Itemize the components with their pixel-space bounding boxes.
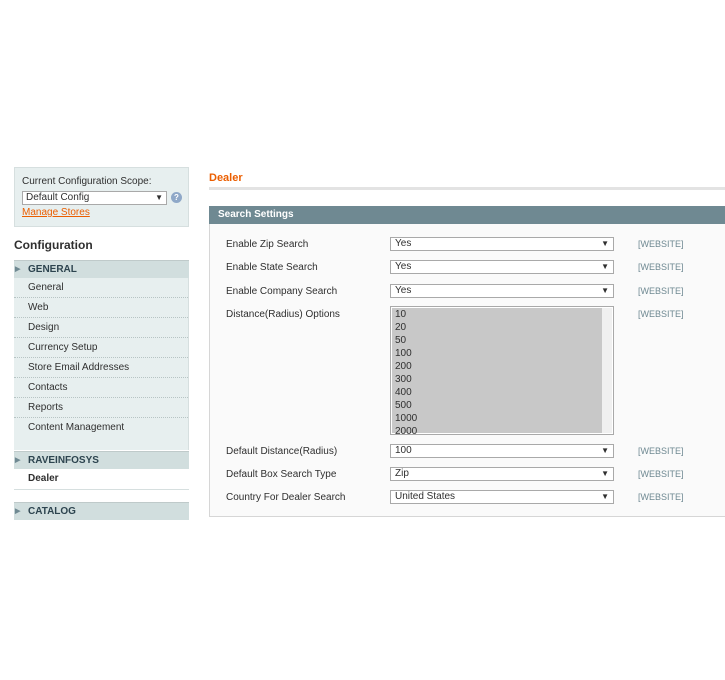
section-catalog[interactable]: ▶ CATALOG	[14, 502, 189, 520]
radius-option[interactable]: 400	[395, 388, 412, 398]
enable-zip-search-label: Enable Zip Search	[226, 239, 309, 250]
radius-option[interactable]: 10	[395, 310, 406, 320]
main-title: Dealer	[209, 172, 243, 184]
sidebar-item-currency-setup[interactable]: Currency Setup	[14, 338, 188, 358]
select-value: United States	[395, 491, 456, 502]
radius-options-list: 10 20 50 100 200 300 400 500 1000 2000	[392, 308, 602, 437]
page-title: Configuration	[14, 238, 93, 252]
select-value: Yes	[395, 238, 412, 249]
general-nav-list: General Web Design Currency Setup Store …	[14, 278, 189, 450]
sidebar-item-store-email-addresses[interactable]: Store Email Addresses	[14, 358, 188, 378]
scope-tag: [WEBSITE]	[638, 262, 684, 272]
radius-option[interactable]: 50	[395, 336, 406, 346]
scope-label: Current Configuration Scope:	[22, 176, 152, 187]
scope-tag: [WEBSITE]	[638, 239, 684, 249]
expand-icon: ▶	[15, 508, 21, 515]
sidebar-item-reports[interactable]: Reports	[14, 398, 188, 418]
default-box-search-type-label: Default Box Search Type	[226, 469, 337, 480]
scope-select[interactable]: Default Config ▼	[22, 191, 167, 205]
sidebar-item-web[interactable]: Web	[14, 298, 188, 318]
radius-option[interactable]: 200	[395, 362, 412, 372]
section-raveinfosys[interactable]: ▶ RAVEINFOSYS	[14, 451, 189, 469]
select-value: Zip	[395, 468, 409, 479]
sidebar-item-content-management[interactable]: Content Management	[14, 418, 188, 438]
select-value: Yes	[395, 261, 412, 272]
chevron-down-icon: ▼	[601, 446, 609, 455]
radius-option[interactable]: 2000	[395, 427, 417, 437]
radius-option[interactable]: 300	[395, 375, 412, 385]
chevron-down-icon: ▼	[601, 492, 609, 501]
radius-option[interactable]: 20	[395, 323, 406, 333]
expand-icon: ▶	[15, 266, 21, 273]
help-icon[interactable]: ?	[171, 192, 182, 203]
select-value: Yes	[395, 285, 412, 296]
radius-option[interactable]: 100	[395, 349, 412, 359]
multiselect-scrollbar[interactable]	[602, 308, 612, 433]
default-distance-select[interactable]: 100 ▼	[390, 444, 614, 458]
search-settings-header[interactable]: Search Settings	[209, 206, 725, 224]
enable-zip-search-select[interactable]: Yes ▼	[390, 237, 614, 251]
chevron-down-icon: ▼	[601, 469, 609, 478]
section-general[interactable]: ▶ GENERAL	[14, 260, 189, 278]
enable-state-search-label: Enable State Search	[226, 262, 318, 273]
scope-tag: [WEBSITE]	[638, 446, 684, 456]
manage-stores-link[interactable]: Manage Stores	[22, 207, 90, 218]
chevron-down-icon: ▼	[155, 193, 163, 202]
scope-select-value: Default Config	[26, 192, 90, 203]
country-dealer-search-label: Country For Dealer Search	[226, 492, 346, 503]
radius-option[interactable]: 500	[395, 401, 412, 411]
scope-tag: [WEBSITE]	[638, 286, 684, 296]
default-box-search-type-select[interactable]: Zip ▼	[390, 467, 614, 481]
select-value: 100	[395, 445, 412, 456]
enable-company-search-label: Enable Company Search	[226, 286, 338, 297]
expand-icon: ▶	[15, 457, 21, 464]
enable-state-search-select[interactable]: Yes ▼	[390, 260, 614, 274]
sidebar-item-dealer[interactable]: Dealer	[14, 469, 189, 490]
section-raveinfosys-label: RAVEINFOSYS	[28, 455, 99, 466]
sidebar-item-general[interactable]: General	[14, 278, 188, 298]
scope-tag: [WEBSITE]	[638, 469, 684, 479]
radius-option[interactable]: 1000	[395, 414, 417, 424]
section-catalog-label: CATALOG	[28, 506, 76, 517]
chevron-down-icon: ▼	[601, 262, 609, 271]
chevron-down-icon: ▼	[601, 239, 609, 248]
country-dealer-search-select[interactable]: United States ▼	[390, 490, 614, 504]
title-divider	[209, 187, 725, 190]
radius-options-multiselect[interactable]: 10 20 50 100 200 300 400 500 1000 2000	[390, 306, 614, 437]
chevron-down-icon: ▼	[601, 286, 609, 295]
default-distance-label: Default Distance(Radius)	[226, 446, 338, 457]
sidebar-item-contacts[interactable]: Contacts	[14, 378, 188, 398]
radius-options-label: Distance(Radius) Options	[226, 309, 340, 320]
section-general-label: GENERAL	[28, 264, 77, 275]
enable-company-search-select[interactable]: Yes ▼	[390, 284, 614, 298]
scope-tag: [WEBSITE]	[638, 309, 684, 319]
scope-tag: [WEBSITE]	[638, 492, 684, 502]
sidebar-item-design[interactable]: Design	[14, 318, 188, 338]
